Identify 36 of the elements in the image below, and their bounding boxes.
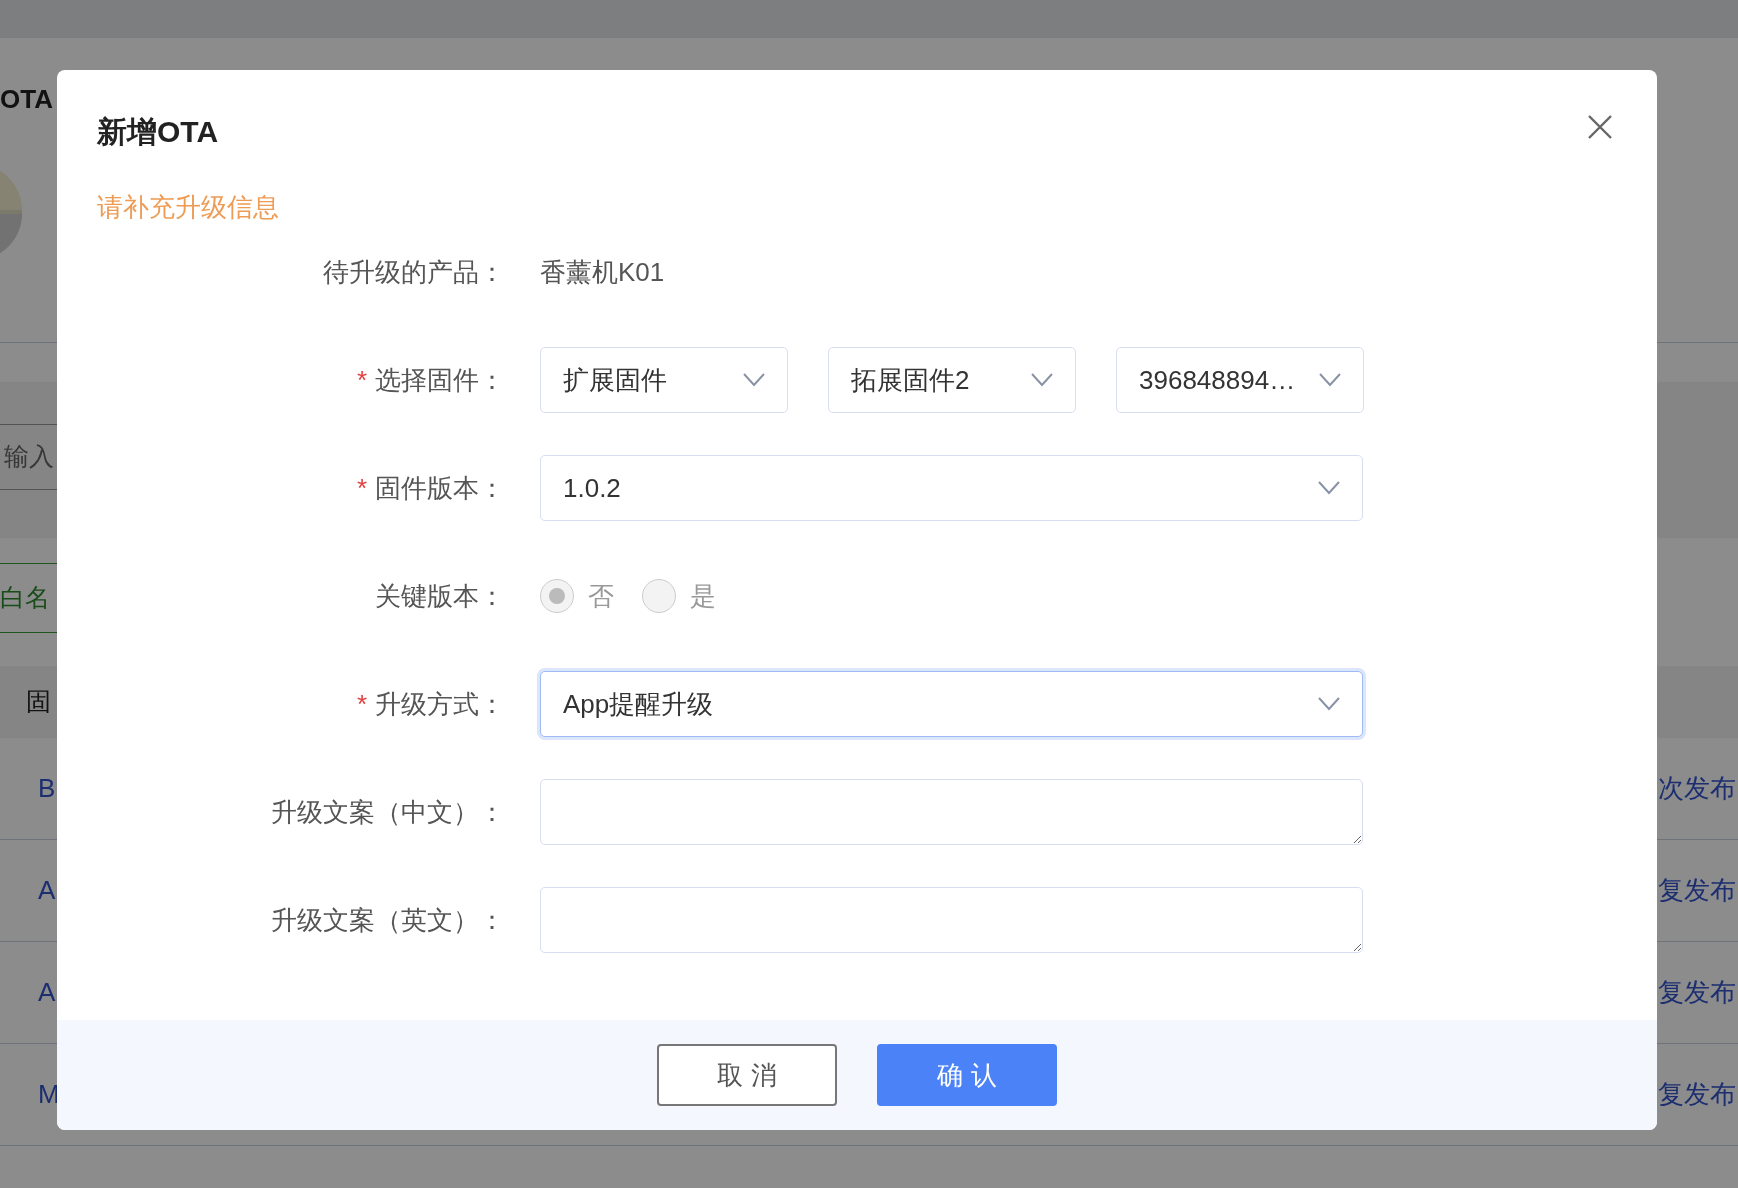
- radio-option: 是: [642, 576, 716, 616]
- dialog-title: 新增OTA: [97, 114, 219, 150]
- select-field[interactable]: 扩展固件: [540, 347, 788, 414]
- field-label: 待升级的产品：: [322, 255, 505, 289]
- confirm-button[interactable]: 确 认: [877, 1044, 1057, 1106]
- page-title: OTA: [0, 86, 54, 112]
- chevron-down-icon: [743, 373, 765, 388]
- close-button[interactable]: [1587, 114, 1613, 140]
- text-area[interactable]: [540, 887, 1363, 954]
- select-field[interactable]: 拓展固件2: [828, 347, 1076, 414]
- table-link[interactable]: A: [38, 973, 56, 1012]
- field-value: 香薰机K01: [540, 255, 665, 289]
- action-link[interactable]: 次发布: [1658, 769, 1738, 808]
- chevron-down-icon: [1031, 373, 1053, 388]
- form-hint: 请补充升级信息: [97, 192, 280, 224]
- field-label: 升级文案（中文）：: [270, 795, 505, 829]
- field-label: * 固件版本：: [355, 471, 505, 505]
- select-field[interactable]: 1.0.2: [540, 455, 1363, 522]
- table-link[interactable]: A: [38, 871, 56, 910]
- action-link[interactable]: 复发布: [1658, 973, 1738, 1012]
- action-link[interactable]: 复发布: [1658, 871, 1738, 910]
- cancel-button[interactable]: 取 消: [657, 1044, 837, 1106]
- field-label: 关键版本：: [374, 579, 505, 613]
- chevron-down-icon: [1318, 481, 1340, 496]
- close-icon: [1587, 114, 1613, 140]
- action-link[interactable]: 复发布: [1658, 1075, 1738, 1114]
- text-area[interactable]: [540, 779, 1363, 846]
- chevron-down-icon: [1318, 697, 1340, 712]
- chevron-down-icon: [1319, 373, 1341, 388]
- field-label: * 选择固件：: [355, 363, 505, 397]
- table-link[interactable]: B: [38, 769, 56, 808]
- radio-option: 否: [540, 576, 614, 616]
- field-label: 升级文案（英文）：: [270, 903, 505, 937]
- field-label: * 升级方式：: [355, 687, 505, 721]
- select-field[interactable]: App提醒升级: [540, 671, 1363, 738]
- select-field[interactable]: 396848894…: [1116, 347, 1364, 414]
